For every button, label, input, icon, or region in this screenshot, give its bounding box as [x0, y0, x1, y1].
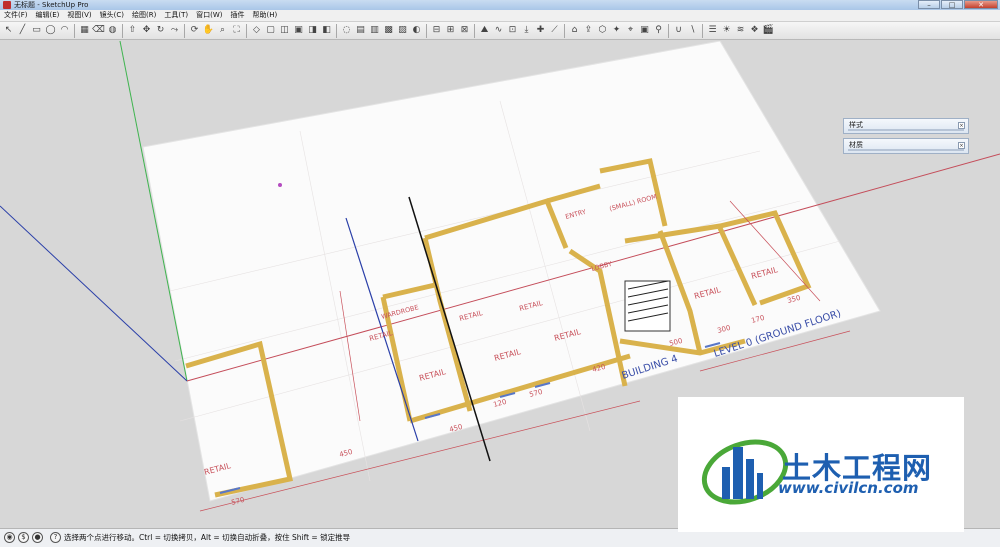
toolbar-separator [564, 23, 565, 38]
display-sections-icon[interactable]: ⊞ [444, 24, 457, 37]
share-model-icon[interactable]: ⇪ [582, 24, 595, 37]
add-detail-icon[interactable]: ✚ [534, 24, 547, 37]
scene-icon[interactable]: 🎬 [762, 24, 775, 37]
section-plane-icon[interactable]: ⊟ [430, 24, 443, 37]
walk-icon[interactable]: ⚲ [652, 24, 665, 37]
stair [624, 280, 671, 332]
geo-location-icon[interactable]: ⌖ [624, 24, 637, 37]
toolbar-separator [702, 23, 703, 38]
toolbar-separator [122, 23, 123, 38]
layer-icon[interactable]: ☰ [706, 24, 719, 37]
move-icon[interactable]: ✥ [140, 24, 153, 37]
help-icon[interactable]: ? [50, 532, 61, 543]
push-pull-icon[interactable]: ⇧ [126, 24, 139, 37]
warehouse-icon[interactable]: ⌂ [568, 24, 581, 37]
status-message: 选择两个点进行移动。Ctrl = 切换拷贝，Alt = 切换自动折叠，按住 Sh… [64, 533, 351, 542]
style-icon[interactable]: ❖ [748, 24, 761, 37]
solid-subtract-icon[interactable]: ∖ [686, 24, 699, 37]
front-view-icon[interactable]: ◫ [278, 24, 291, 37]
main-toolbar: ↖ ╱ ▭ ◯ ◠ ▦ ⌫ ◍ ⇧ ✥ ↻ ⤳ ⟳ ✋ ⌕ ⛶ ◇ ▢ ◫ ▣ ◨ ◧ ◌ ▤ ▥ ▩ ▨ ◐ ⊟ ⊞ ⊠ ⛰ ∿ ⊡ ⤓ ✚ ⟋ ⌂ ⇪ ⬡… [0, 22, 1000, 40]
xray-icon[interactable]: ◌ [340, 24, 353, 37]
tray-divider [848, 149, 964, 151]
maximize-button[interactable]: □ [941, 0, 963, 9]
eraser-icon[interactable]: ⌫ [92, 24, 105, 37]
zoom-icon[interactable]: ⌕ [216, 24, 229, 37]
hidden-line-icon[interactable]: ▥ [368, 24, 381, 37]
sketchup-app-icon [3, 1, 11, 9]
window-title: 无标题 - SketchUp Pro [14, 1, 89, 9]
inference-point [278, 183, 282, 187]
geo-location-icon[interactable]: ◉ [4, 532, 15, 543]
tray-materials[interactable]: 材质 × [843, 138, 969, 154]
menu-tools[interactable]: 工具(T) [160, 10, 192, 21]
toolbar-separator [426, 23, 427, 38]
watermark-url: www.civilcn.com [778, 479, 919, 497]
tray-styles[interactable]: 样式 × [843, 118, 969, 134]
watermark: 土木工程网 www.civilcn.com [678, 397, 964, 532]
textured-icon[interactable]: ▨ [396, 24, 409, 37]
pan-icon[interactable]: ✋ [202, 24, 215, 37]
top-view-icon[interactable]: ▢ [264, 24, 277, 37]
orbit-icon[interactable]: ⟳ [188, 24, 201, 37]
stamp-icon[interactable]: ⊡ [506, 24, 519, 37]
make-component-icon[interactable]: ▦ [78, 24, 91, 37]
menu-edit[interactable]: 编辑(E) [32, 10, 64, 21]
right-view-icon[interactable]: ▣ [292, 24, 305, 37]
section-cut-icon[interactable]: ⊠ [458, 24, 471, 37]
zoom-extents-icon[interactable]: ⛶ [230, 24, 243, 37]
monochrome-icon[interactable]: ◐ [410, 24, 423, 37]
menu-view[interactable]: 视图(V) [63, 10, 95, 21]
drape-icon[interactable]: ⤓ [520, 24, 533, 37]
user-icon[interactable]: ● [32, 532, 43, 543]
toolbar-separator [184, 23, 185, 38]
follow-me-icon[interactable]: ⤳ [168, 24, 181, 37]
toolbar-separator [246, 23, 247, 38]
menu-window[interactable]: 窗口(W) [192, 10, 226, 21]
dimension-text: 570 [230, 496, 245, 507]
menu-plugins[interactable]: 插件 [226, 10, 248, 21]
tray-close-icon[interactable]: × [958, 122, 965, 129]
solid-union-icon[interactable]: ∪ [672, 24, 685, 37]
extension-icon[interactable]: ✦ [610, 24, 623, 37]
component-icon[interactable]: ⬡ [596, 24, 609, 37]
tray-divider [848, 129, 964, 131]
left-view-icon[interactable]: ◧ [320, 24, 333, 37]
rotate-icon[interactable]: ↻ [154, 24, 167, 37]
toolbar-separator [336, 23, 337, 38]
menu-file[interactable]: 文件(F) [0, 10, 32, 21]
shadow-icon[interactable]: ☀ [720, 24, 733, 37]
photo-texture-icon[interactable]: ▣ [638, 24, 651, 37]
menu-camera[interactable]: 镜头(C) [96, 10, 128, 21]
credits-icon[interactable]: $ [18, 532, 29, 543]
toolbar-separator [74, 23, 75, 38]
menu-draw[interactable]: 绘图(R) [128, 10, 160, 21]
fog-icon[interactable]: ≋ [734, 24, 747, 37]
menu-bar: 文件(F) 编辑(E) 视图(V) 镜头(C) 绘图(R) 工具(T) 窗口(W… [0, 10, 1000, 22]
toolbar-separator [474, 23, 475, 38]
select-icon[interactable]: ↖ [2, 24, 15, 37]
circle-icon[interactable]: ◯ [44, 24, 57, 37]
window-controls: – □ ✕ [918, 0, 998, 10]
paint-bucket-icon[interactable]: ◍ [106, 24, 119, 37]
shaded-icon[interactable]: ▩ [382, 24, 395, 37]
arc-icon[interactable]: ◠ [58, 24, 71, 37]
menu-help[interactable]: 帮助(H) [248, 10, 281, 21]
rectangle-icon[interactable]: ▭ [30, 24, 43, 37]
back-view-icon[interactable]: ◨ [306, 24, 319, 37]
sandbox-icon[interactable]: ⛰ [478, 24, 491, 37]
wireframe-icon[interactable]: ▤ [354, 24, 367, 37]
smoove-icon[interactable]: ∿ [492, 24, 505, 37]
close-button[interactable]: ✕ [964, 0, 998, 9]
tray-close-icon[interactable]: × [958, 142, 965, 149]
iso-view-icon[interactable]: ◇ [250, 24, 263, 37]
flip-edge-icon[interactable]: ⟋ [548, 24, 561, 37]
line-icon[interactable]: ╱ [16, 24, 29, 37]
toolbar-separator [668, 23, 669, 38]
minimize-button[interactable]: – [918, 0, 940, 9]
